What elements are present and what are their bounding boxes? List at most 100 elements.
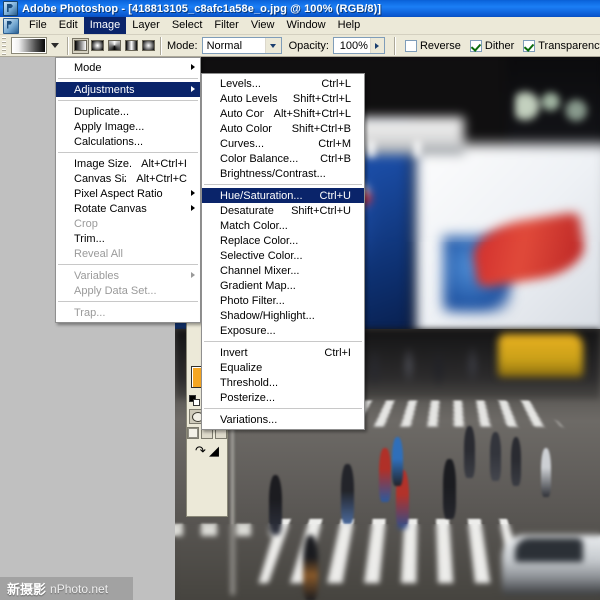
gradient-picker-chevron-icon[interactable] (51, 43, 59, 48)
photo-pedestrian (464, 426, 476, 478)
blend-mode-select[interactable]: Normal (201, 37, 282, 54)
transparency-checkbox-group[interactable]: Transparency (523, 39, 600, 52)
menu-edit[interactable]: Edit (53, 17, 84, 34)
reflected-gradient-button[interactable] (123, 37, 140, 54)
menu-item-gradient-map[interactable]: Gradient Map... (202, 278, 364, 293)
menu-item-levels[interactable]: Levels... Ctrl+L (202, 76, 364, 91)
menu-item-label: Channel Mixer... (220, 264, 300, 277)
photo-pedestrian (540, 447, 552, 497)
menu-item-label: Rotate Canvas (74, 202, 147, 215)
menu-file[interactable]: File (23, 17, 53, 34)
menu-window[interactable]: Window (281, 17, 332, 34)
menu-item-label: Adjustments (74, 83, 135, 96)
linear-gradient-button[interactable] (72, 37, 89, 54)
menu-item-variations[interactable]: Variations... (202, 412, 364, 427)
menu-item-canvas-size[interactable]: Canvas Size... Alt+Ctrl+C (56, 171, 200, 186)
menu-item-label: Curves... (220, 137, 265, 150)
menu-item-desaturate[interactable]: Desaturate Shift+Ctrl+U (202, 203, 364, 218)
photo-pedestrian (302, 534, 318, 600)
menu-item-label: Reveal All (74, 247, 123, 260)
menu-item-equalize[interactable]: Equalize (202, 360, 364, 375)
default-colors-icon[interactable] (189, 395, 200, 406)
menu-item-shortcut: Alt+Ctrl+I (141, 157, 187, 170)
menu-layer[interactable]: Layer (126, 17, 166, 34)
opacity-slider-arrow-icon[interactable] (369, 38, 384, 53)
diamond-gradient-button[interactable] (140, 37, 157, 54)
menu-item-label: Exposure... (220, 324, 276, 337)
watermark-chinese-text: 新摄影 (7, 583, 47, 598)
photo-pedestrian (489, 431, 501, 481)
photo-pedestrian (340, 464, 354, 524)
options-bar-grip[interactable] (2, 36, 6, 55)
menu-item-label: Hue/Saturation... (220, 189, 303, 202)
menu-item-invert[interactable]: Invert Ctrl+I (202, 345, 364, 360)
transparency-checkbox[interactable] (523, 39, 536, 52)
menu-item-apply-image[interactable]: Apply Image... (56, 119, 200, 134)
submenu-arrow-icon (191, 272, 195, 278)
menu-filter[interactable]: Filter (208, 17, 244, 34)
menu-separator (58, 78, 198, 79)
options-separator-3 (393, 36, 396, 55)
menu-item-auto-contrast[interactable]: Auto Contrast Alt+Shift+Ctrl+L (202, 106, 364, 121)
menu-item-label: Equalize (220, 361, 263, 374)
menu-item-exposure[interactable]: Exposure... (202, 323, 364, 338)
menu-item-curves[interactable]: Curves... Ctrl+M (202, 136, 364, 151)
angle-gradient-button[interactable] (106, 37, 123, 54)
menu-item-shortcut: Ctrl+L (321, 77, 351, 90)
standard-screen-mode-button[interactable] (187, 427, 199, 439)
gradient-preset-swatch[interactable] (11, 37, 47, 54)
menu-item-threshold[interactable]: Threshold... (202, 375, 364, 390)
menu-separator (58, 301, 198, 302)
menu-item-adjustments[interactable]: Adjustments (56, 82, 200, 97)
menu-item-match-color[interactable]: Match Color... (202, 218, 364, 233)
menu-item-channel-mixer[interactable]: Channel Mixer... (202, 263, 364, 278)
menu-item-posterize[interactable]: Posterize... (202, 390, 364, 405)
menu-item-pixel-aspect-ratio[interactable]: Pixel Aspect Ratio (56, 186, 200, 201)
menu-item-shortcut: Shift+Ctrl+L (292, 92, 351, 105)
options-bar: Mode: Normal Opacity: 100% Reverse Dithe… (0, 35, 600, 57)
menu-item-label: Replace Color... (220, 234, 299, 247)
photo-pedestrian (268, 475, 283, 535)
menu-item-label: Posterize... (220, 391, 276, 404)
photo-car-window (515, 537, 583, 562)
gradient-type-group (72, 37, 157, 54)
menu-separator (58, 100, 198, 101)
menu-item-auto-levels[interactable]: Auto Levels Shift+Ctrl+L (202, 91, 364, 106)
menu-item-shadow-highlight[interactable]: Shadow/Highlight... (202, 308, 364, 323)
submenu-arrow-icon (191, 205, 195, 211)
jump-to-imageready-icon[interactable]: ↷ (195, 443, 206, 459)
menu-item-replace-color[interactable]: Replace Color... (202, 233, 364, 248)
menu-item-brightness-contrast[interactable]: Brightness/Contrast... (202, 166, 364, 181)
menu-image[interactable]: Image (83, 17, 127, 34)
menu-item-auto-color[interactable]: Auto Color Shift+Ctrl+B (202, 121, 364, 136)
dither-checkbox-group[interactable]: Dither (469, 39, 514, 52)
reverse-checkbox[interactable] (404, 39, 417, 52)
menu-item-duplicate[interactable]: Duplicate... (56, 104, 200, 119)
menu-view[interactable]: View (245, 17, 281, 34)
menu-item-rotate-canvas[interactable]: Rotate Canvas (56, 201, 200, 216)
menu-item-trim[interactable]: Trim... (56, 231, 200, 246)
menu-item-hue-saturation[interactable]: Hue/Saturation... Ctrl+U (202, 188, 364, 203)
photo-window-lights (515, 84, 600, 128)
menu-item-label: Selective Color... (220, 249, 303, 262)
menu-item-label: Auto Color (220, 122, 272, 135)
chevron-down-icon[interactable] (264, 38, 281, 53)
reverse-checkbox-group[interactable]: Reverse (404, 39, 461, 52)
menu-item-mode[interactable]: Mode (56, 60, 200, 75)
menu-help[interactable]: Help (332, 17, 367, 34)
menu-item-image-size[interactable]: Image Size... Alt+Ctrl+I (56, 156, 200, 171)
menu-item-color-balance[interactable]: Color Balance... Ctrl+B (202, 151, 364, 166)
opacity-input[interactable]: 100% (332, 37, 385, 54)
dither-checkbox[interactable] (469, 39, 482, 52)
menu-item-label: Image Size... (74, 157, 131, 170)
menu-select[interactable]: Select (166, 17, 209, 34)
radial-gradient-button[interactable] (89, 37, 106, 54)
photoshop-logo-icon (3, 1, 18, 16)
menu-item-selective-color[interactable]: Selective Color... (202, 248, 364, 263)
document-icon (3, 17, 19, 34)
menu-item-calculations[interactable]: Calculations... (56, 134, 200, 149)
mode-label: Mode: (167, 39, 198, 52)
jump-to-file-icon[interactable]: ◢ (209, 443, 219, 459)
menu-item-photo-filter[interactable]: Photo Filter... (202, 293, 364, 308)
menu-separator (58, 264, 198, 265)
